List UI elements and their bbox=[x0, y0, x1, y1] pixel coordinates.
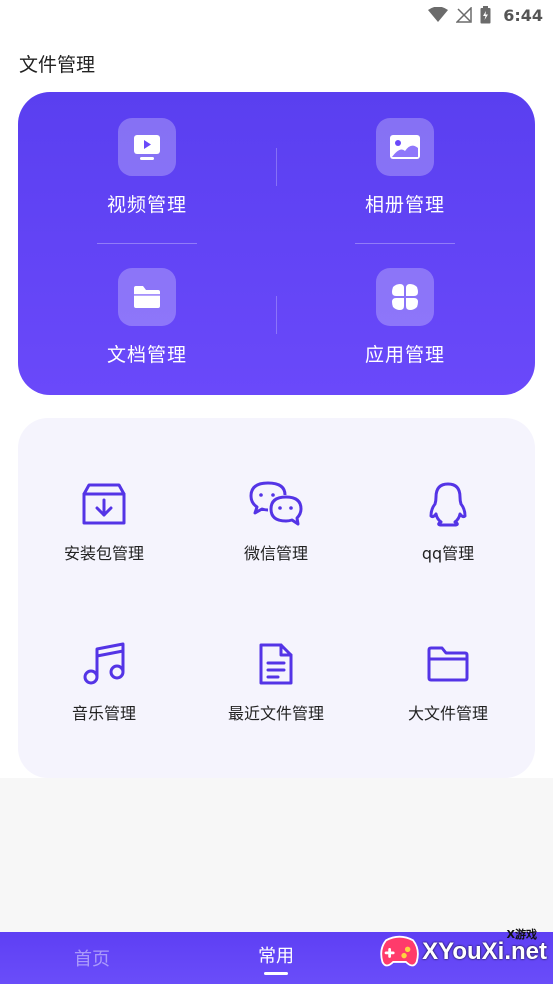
document-manage-item[interactable]: 文档管理 bbox=[18, 242, 276, 392]
folder-icon bbox=[134, 286, 160, 308]
screen: 6:44 文件管理 视频管理 相册管理 文档管理 应用管理 安装包管理 微信管理… bbox=[0, 0, 553, 984]
wechat-manage-label: 微信管理 bbox=[243, 544, 308, 563]
music-icon bbox=[83, 642, 125, 685]
album-manage-label: 相册管理 bbox=[364, 194, 445, 216]
music-manage-item[interactable]: 音乐管理 bbox=[18, 578, 190, 728]
app-manage-item[interactable]: 应用管理 bbox=[276, 242, 534, 392]
app-manage-label: 应用管理 bbox=[364, 344, 445, 366]
divider bbox=[276, 296, 277, 334]
album-icon bbox=[390, 135, 420, 159]
divider bbox=[355, 243, 455, 244]
empty-area bbox=[0, 778, 553, 932]
apps-icon bbox=[392, 284, 418, 310]
package-manage-item[interactable]: 安装包管理 bbox=[18, 418, 190, 568]
watermark-small-text: X游戏 bbox=[506, 928, 537, 941]
watermark-text: XYouXi.net bbox=[422, 938, 547, 965]
secondary-card: 安装包管理 微信管理 qq管理 音乐管理 最近文件管理 大文件管理 bbox=[18, 418, 535, 778]
watermark: XYouXi.net X游戏 bbox=[377, 926, 547, 978]
primary-card: 视频管理 相册管理 文档管理 应用管理 bbox=[18, 92, 535, 395]
album-manage-item[interactable]: 相册管理 bbox=[276, 92, 534, 242]
qq-manage-label: qq管理 bbox=[421, 544, 475, 563]
package-icon bbox=[82, 483, 126, 525]
recent-file-manage-label: 最近文件管理 bbox=[227, 704, 324, 723]
no-signal-icon bbox=[456, 7, 472, 23]
video-manage-item[interactable]: 视频管理 bbox=[18, 92, 276, 242]
bottom-nav: 首页 常用 XYouXi.net X游戏 bbox=[0, 928, 553, 984]
qq-manage-item[interactable]: qq管理 bbox=[362, 418, 534, 568]
divider bbox=[97, 243, 197, 244]
package-manage-label: 安装包管理 bbox=[63, 544, 144, 563]
document-manage-label: 文档管理 bbox=[106, 344, 187, 366]
large-file-manage-item[interactable]: 大文件管理 bbox=[362, 578, 534, 728]
video-icon bbox=[134, 135, 160, 160]
section-title: 文件管理 bbox=[19, 54, 96, 76]
large-file-manage-label: 大文件管理 bbox=[407, 704, 488, 723]
active-tab-indicator bbox=[264, 971, 288, 975]
gamepad-logo-icon bbox=[380, 935, 419, 967]
video-manage-label: 视频管理 bbox=[106, 194, 187, 216]
folder-outline-icon bbox=[427, 646, 469, 682]
wechat-icon bbox=[249, 481, 303, 526]
document-icon bbox=[259, 643, 293, 685]
tab-common[interactable]: 常用 bbox=[184, 932, 368, 984]
tab-home[interactable]: 首页 bbox=[0, 932, 184, 984]
qq-icon bbox=[429, 482, 467, 527]
status-time: 6:44 bbox=[503, 5, 543, 25]
wechat-manage-item[interactable]: 微信管理 bbox=[190, 418, 362, 568]
status-bar: 6:44 bbox=[0, 0, 553, 30]
battery-icon bbox=[480, 6, 491, 24]
divider bbox=[276, 148, 277, 186]
tab-common-label: 常用 bbox=[258, 945, 294, 967]
tab-home-label: 首页 bbox=[74, 949, 110, 970]
wifi-icon bbox=[428, 7, 449, 22]
recent-file-manage-item[interactable]: 最近文件管理 bbox=[190, 578, 362, 728]
music-manage-label: 音乐管理 bbox=[71, 704, 136, 723]
